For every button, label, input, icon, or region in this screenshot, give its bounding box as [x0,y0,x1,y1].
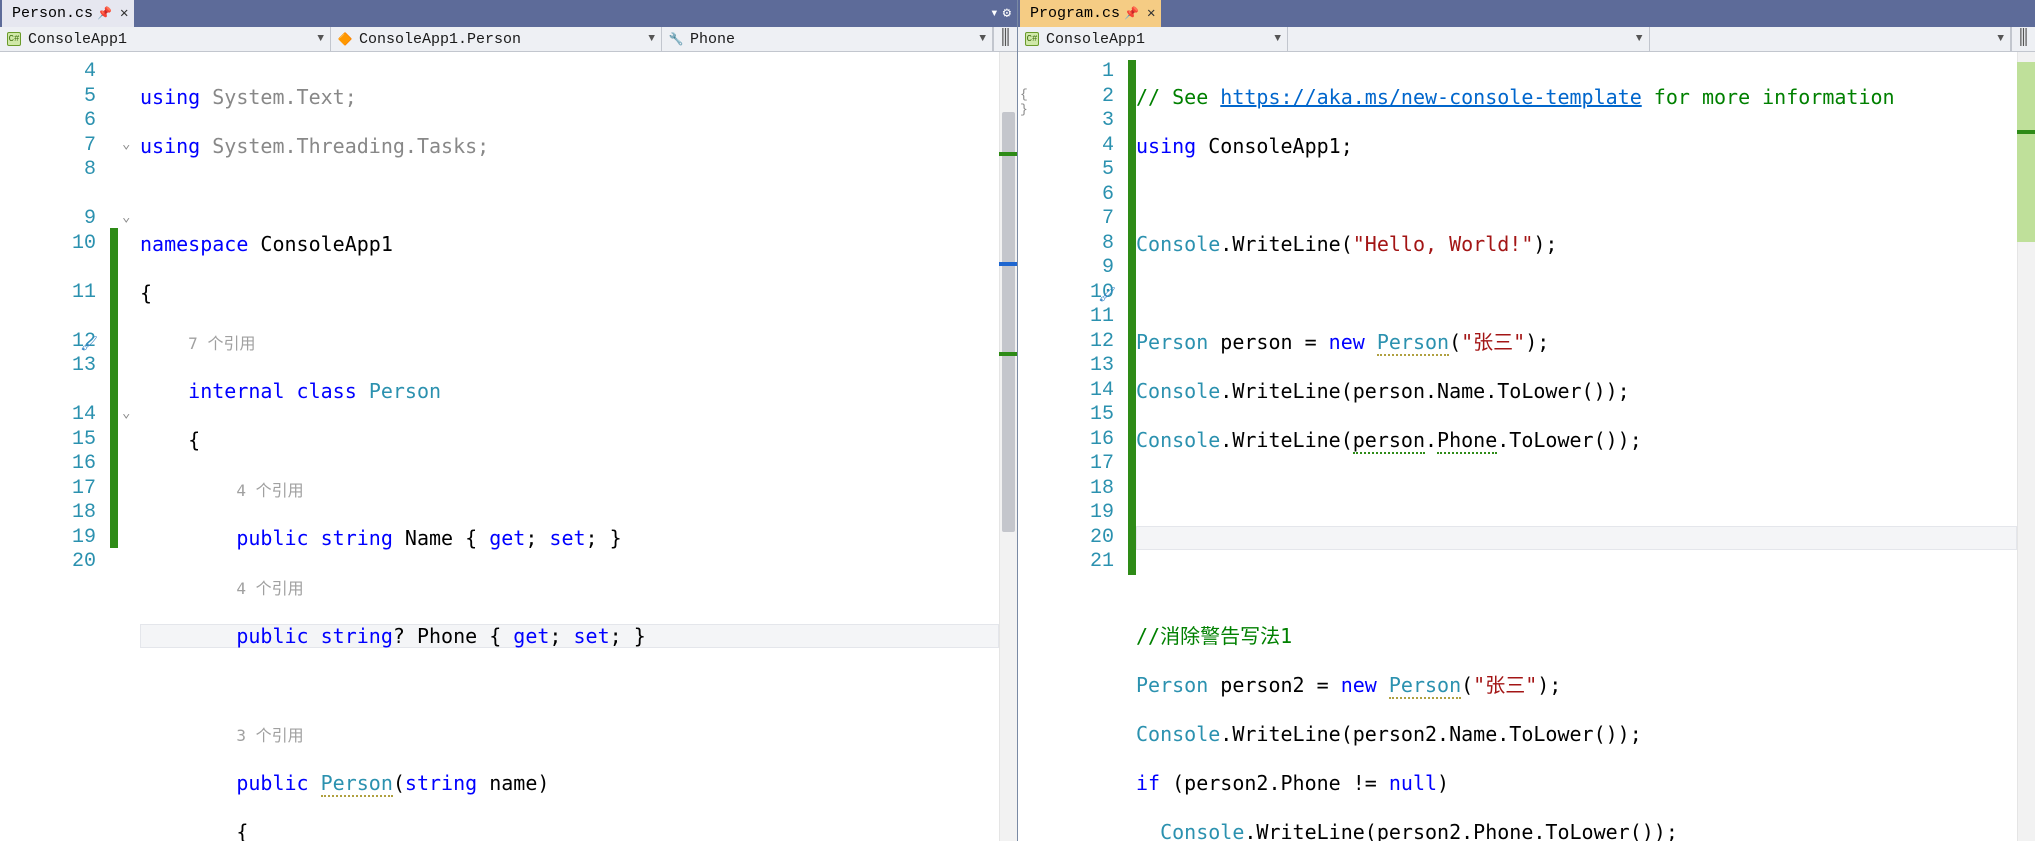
split-vertical-icon[interactable]: ⫼ [993,27,1017,51]
chevron-down-icon: ▼ [979,33,986,45]
codelens-ref[interactable]: 7 个引用 [188,334,255,353]
editor-pane-left: Person.cs 📌 ✕ ▾ ⚙ C# ConsoleApp1 ▼ 🔶 Con… [0,0,1018,841]
tab-bar-right: Program.cs 📌 ✕ [1018,0,2035,27]
split-vertical-icon[interactable]: ⫼ [2011,27,2035,51]
code-editor-left[interactable]: 456789101112🖌1314151617181920 ⌄ ⌄ ⌄ using … [0,52,1017,841]
line-numbers: 456789101112🖌1314151617181920 [0,52,110,841]
fold-margin: ⌄ ⌄ ⌄ [118,52,140,841]
tab-overflow-icon[interactable]: ▾ [990,5,998,22]
tab-person-cs[interactable]: Person.cs 📌 ✕ [2,0,134,27]
nav-scope-member[interactable]: 🔧 Phone ▼ [662,27,993,51]
fold-toggle-icon[interactable]: ⌄ [122,136,130,153]
close-icon[interactable]: ✕ [1147,5,1155,22]
codelens-ref[interactable]: 4 个引用 [236,481,303,500]
chevron-down-icon: ▼ [1274,33,1281,45]
nav-scope-class[interactable]: ▼ [1288,27,1650,51]
code-editor-right[interactable]: { } 12345678910🖌1112131415161718192021 /… [1018,52,2035,841]
tab-title: Program.cs [1030,5,1120,22]
pin-icon[interactable]: 📌 [97,6,112,21]
code-area[interactable]: // See https://aka.ms/new-console-templa… [1136,52,2017,841]
change-bar [1128,52,1136,841]
fold-toggle-icon[interactable]: ⌄ [122,209,130,226]
chevron-down-icon: ▼ [1636,33,1643,45]
pin-icon[interactable]: 📌 [1124,6,1139,21]
chevron-down-icon: ▼ [317,33,324,45]
nav-scope-project[interactable]: C# ConsoleApp1 ▼ [1018,27,1288,51]
nav-scope-class[interactable]: 🔶 ConsoleApp1.Person ▼ [331,27,662,51]
close-icon[interactable]: ✕ [120,5,128,22]
codelens-ref[interactable]: 3 个引用 [236,726,303,745]
nav-label: ConsoleApp1 [28,31,127,48]
chevron-down-icon: ▼ [648,33,655,45]
class-icon: 🔶 [337,31,353,47]
line-numbers: 12345678910🖌1112131415161718192021 [1038,52,1128,841]
fold-toggle-icon[interactable]: ⌄ [122,405,130,422]
vertical-scrollbar[interactable] [999,52,1017,841]
nav-scope-member[interactable]: ▼ [1650,27,2012,51]
csharp-icon: C# [7,32,21,46]
breadcrumb-left: C# ConsoleApp1 ▼ 🔶 ConsoleApp1.Person ▼ … [0,27,1017,52]
tab-bar-left: Person.cs 📌 ✕ ▾ ⚙ [0,0,1017,27]
wrench-icon: 🔧 [668,31,684,47]
tab-program-cs[interactable]: Program.cs 📌 ✕ [1020,0,1161,27]
nav-label: ConsoleApp1.Person [359,31,521,48]
csharp-icon: C# [1025,32,1039,46]
tab-title: Person.cs [12,5,93,22]
vertical-scrollbar[interactable] [2017,52,2035,841]
codelens-ref[interactable]: 4 个引用 [236,579,303,598]
code-area[interactable]: using System.Text; using System.Threadin… [140,52,999,841]
change-bar [110,52,118,841]
breadcrumb-right: C# ConsoleApp1 ▼ ▼ ▼ ⫼ [1018,27,2035,52]
nav-label: Phone [690,31,735,48]
gear-icon[interactable]: ⚙ [1003,5,1011,22]
nav-label: ConsoleApp1 [1046,31,1145,48]
glyph-margin: { } [1018,52,1038,841]
chevron-down-icon: ▼ [1997,33,2004,45]
code-block-glyph-icon: { } [1020,87,1038,117]
editor-pane-right: Program.cs 📌 ✕ C# ConsoleApp1 ▼ ▼ ▼ ⫼ { … [1018,0,2035,841]
nav-scope-project[interactable]: C# ConsoleApp1 ▼ [0,27,331,51]
